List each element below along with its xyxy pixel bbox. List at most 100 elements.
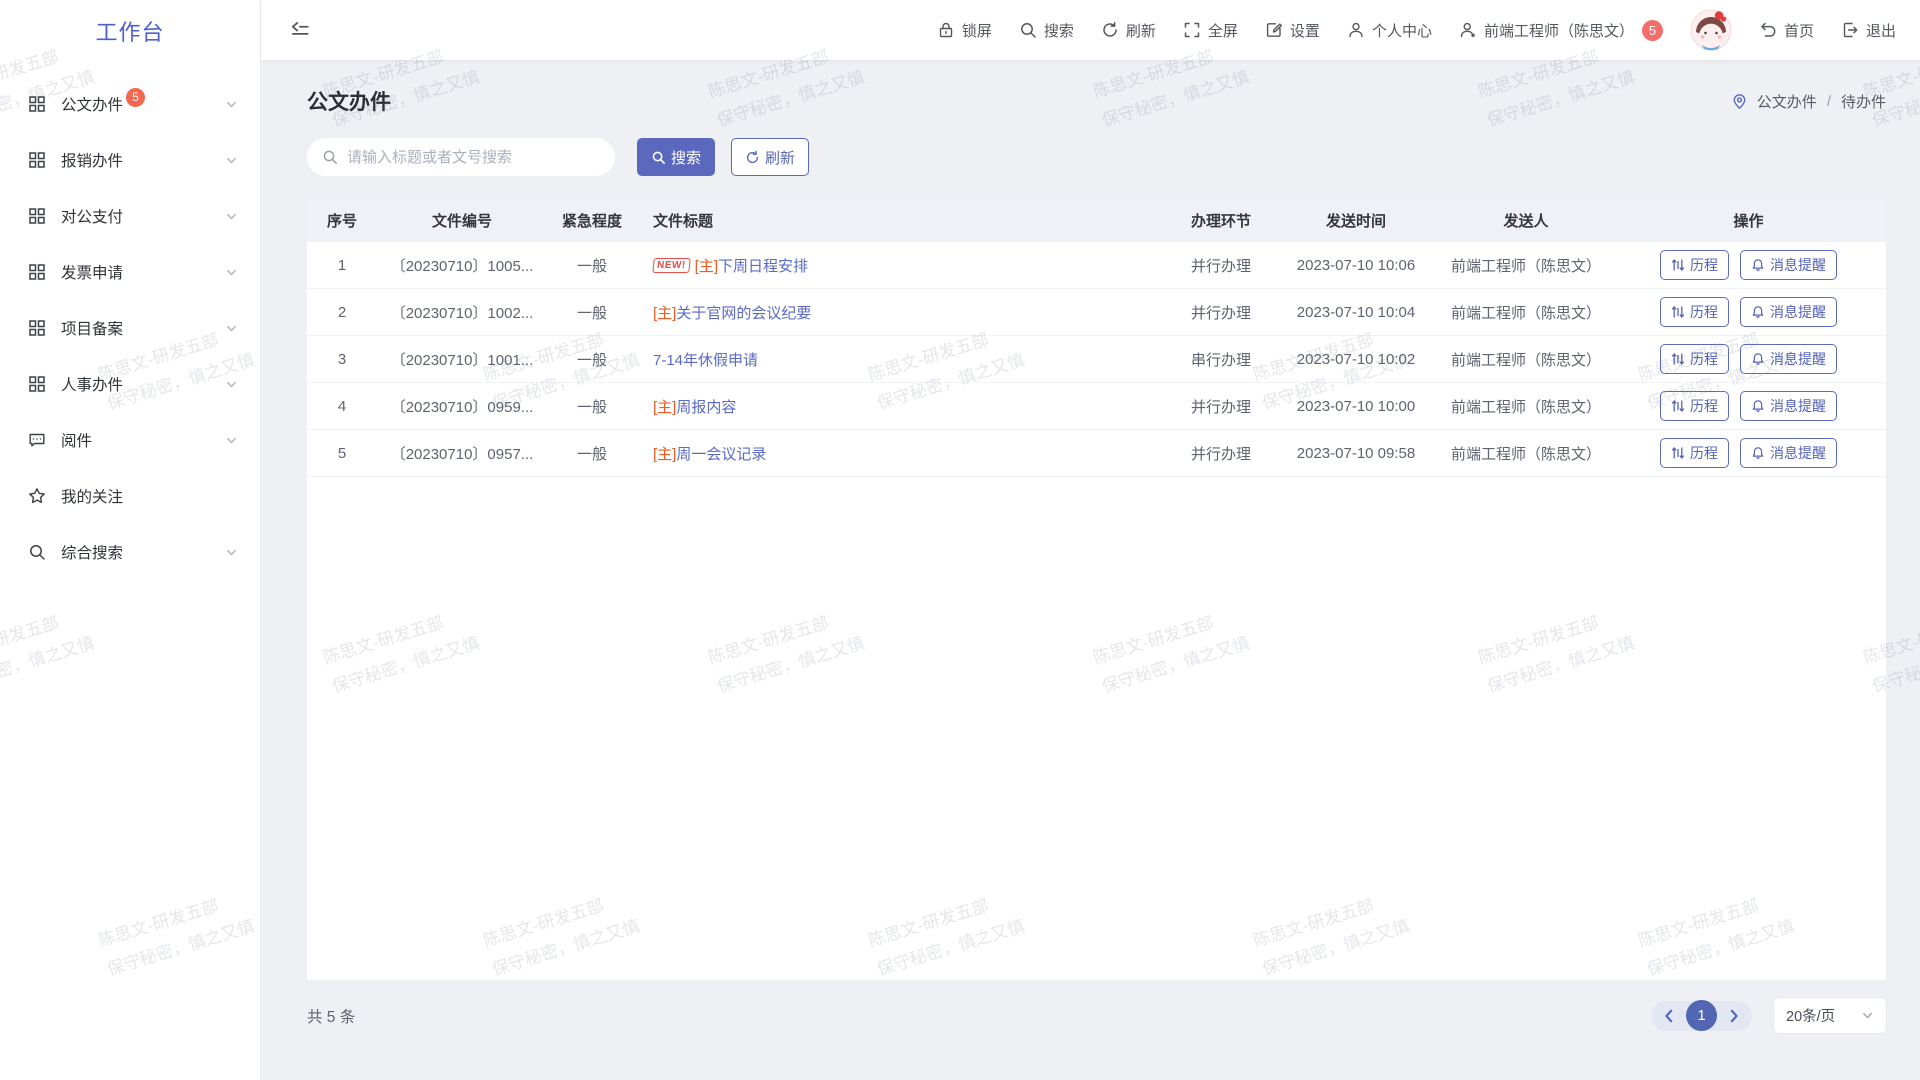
document-title-link[interactable]: 关于官网的会议纪要 [676,302,811,323]
page-size-value: 20条/页 [1786,1005,1835,1026]
location-pin-icon [1731,93,1748,110]
grid-icon [28,263,46,281]
topbar-logout-button[interactable]: 退出 [1841,20,1896,41]
topbar-user-button[interactable]: 个人中心 [1347,20,1432,41]
topbar-avatar[interactable] [1690,9,1732,51]
history-button[interactable]: 历程 [1660,297,1729,327]
breadcrumb-root[interactable]: 公文办件 [1757,91,1817,112]
topbar-item-label: 全屏 [1208,20,1238,41]
doc-tag: [主] [653,443,676,464]
history-button[interactable]: 历程 [1660,391,1729,421]
user-switch-icon [1459,21,1477,39]
home-icon [1759,21,1777,39]
row-send-time: 2023-07-10 10:02 [1271,336,1441,382]
history-icon [1671,399,1685,413]
history-button[interactable]: 历程 [1660,438,1729,468]
table-header-row: 序号文件编号紧急程度文件标题办理环节发送时间发送人操作 [307,198,1886,242]
sidebar-item[interactable]: 阅件 [0,412,260,468]
row-urgency: 一般 [547,383,637,429]
message-remind-button[interactable]: 消息提醒 [1740,297,1837,327]
sidebar-item-label: 对公支付 [61,205,123,227]
bell-icon [1751,352,1765,366]
new-badge: NEW! [652,258,690,273]
refresh-button-label: 刷新 [765,147,795,168]
row-file-number: 〔20230710〕0959... [377,383,547,429]
search-button[interactable]: 搜索 [637,138,715,176]
message-remind-button[interactable]: 消息提醒 [1740,344,1837,374]
grid-icon [28,319,46,337]
row-step: 串行办理 [1171,336,1271,382]
doc-tag: [主] [653,302,676,323]
sidebar-item[interactable]: 项目备案 [0,300,260,356]
topbar-fullscreen-button[interactable]: 全屏 [1183,20,1238,41]
column-header: 文件标题 [637,198,1171,242]
topbar-refresh-button[interactable]: 刷新 [1101,20,1156,41]
settings-icon [1265,21,1283,39]
sidebar-item[interactable]: 公文办件 5 [0,76,260,132]
column-header: 发送人 [1441,198,1611,242]
topbar-lock-button[interactable]: 锁屏 [937,20,992,41]
bell-icon [1751,399,1765,413]
history-icon [1671,352,1685,366]
sidebar-item-label: 项目备案 [61,317,123,339]
search-icon [651,150,666,165]
grid-icon [28,207,46,225]
refresh-button[interactable]: 刷新 [731,138,809,176]
message-remind-button[interactable]: 消息提醒 [1740,438,1837,468]
column-header: 办理环节 [1171,198,1271,242]
topbar-home-button[interactable]: 首页 [1759,20,1814,41]
topbar-settings-button[interactable]: 设置 [1265,20,1320,41]
app-root: 工作台 公文办件 5 报销办件 对公支付 发票申请 项目备案 [0,0,1920,1080]
row-sender: 前端工程师（陈思文） [1441,242,1611,288]
sidebar-item[interactable]: 报销办件 [0,132,260,188]
row-file-number: 〔20230710〕0957... [377,430,547,476]
column-header: 发送时间 [1271,198,1441,242]
search-box [307,138,615,176]
row-step: 并行办理 [1171,242,1271,288]
row-send-time: 2023-07-10 10:06 [1271,242,1441,288]
refresh-icon [1101,21,1119,39]
refresh-icon [745,150,760,165]
page-number-button[interactable]: 1 [1686,1000,1717,1031]
page-size-select[interactable]: 20条/页 [1774,998,1886,1033]
document-title-link[interactable]: 下周日程安排 [718,255,808,276]
app-logo: 工作台 [0,0,260,62]
star-icon [28,487,46,505]
prev-page-icon[interactable] [1660,1007,1678,1025]
topbar-item-label: 首页 [1784,20,1814,41]
row-index: 2 [307,289,377,335]
sidebar-item[interactable]: 我的关注 [0,468,260,524]
sidebar-item[interactable]: 综合搜索 [0,524,260,580]
table-row: 5 〔20230710〕0957... 一般 [主] 周一会议记录 并行办理 2… [307,430,1886,477]
row-send-time: 2023-07-10 10:00 [1271,383,1441,429]
sidebar-item-label: 发票申请 [61,261,123,283]
search-input[interactable] [347,149,600,166]
sidebar-fold-icon[interactable] [289,19,311,41]
table-body: 1 〔20230710〕1005... 一般 NEW! [主] 下周日程安排 并… [307,242,1886,477]
topbar-user-switch-button[interactable]: 前端工程师（陈思文） 5 [1459,20,1663,41]
row-index: 5 [307,430,377,476]
message-remind-button[interactable]: 消息提醒 [1740,250,1837,280]
comment-icon [28,431,46,449]
document-title-link[interactable]: 周一会议记录 [676,443,766,464]
document-title-link[interactable]: 7-14年休假申请 [653,349,758,370]
column-header: 文件编号 [377,198,547,242]
bell-icon [1751,305,1765,319]
topbar-item-label: 退出 [1866,20,1896,41]
fullscreen-icon [1183,21,1201,39]
history-button[interactable]: 历程 [1660,344,1729,374]
next-page-icon[interactable] [1725,1007,1743,1025]
grid-icon [28,151,46,169]
history-button[interactable]: 历程 [1660,250,1729,280]
topbar-search-button[interactable]: 搜索 [1019,20,1074,41]
chevron-down-icon [225,434,238,447]
sidebar-item[interactable]: 人事办件 [0,356,260,412]
search-button-label: 搜索 [671,147,701,168]
row-urgency: 一般 [547,289,637,335]
row-index: 4 [307,383,377,429]
document-title-link[interactable]: 周报内容 [676,396,736,417]
column-header: 序号 [307,198,377,242]
sidebar-item[interactable]: 对公支付 [0,188,260,244]
sidebar-item[interactable]: 发票申请 [0,244,260,300]
message-remind-button[interactable]: 消息提醒 [1740,391,1837,421]
